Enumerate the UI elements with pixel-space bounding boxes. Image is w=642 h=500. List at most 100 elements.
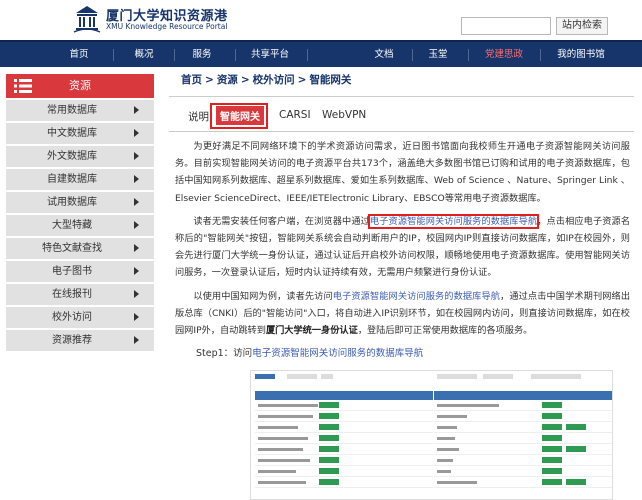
sidebar-item-label: 大型特藏 [52,220,92,231]
nav-item-yutang[interactable]: 玉堂 [418,42,458,67]
screenshot-row [434,400,612,411]
university-emblem-icon[interactable] [72,4,102,34]
database-navigation-link[interactable]: 电子资源智能网关访问服务的数据库导航 [252,348,423,359]
screenshot-row [434,477,612,488]
nav-separator [412,49,413,61]
sidebar-item-label: 资源推荐 [52,335,92,346]
chevron-right-icon [134,175,139,183]
screenshot-row [255,422,433,433]
breadcrumb-separator: > [240,74,250,86]
nav-item-sharing-platform[interactable]: 共享平台 [243,42,297,67]
sidebar-item-label: 常用数据库 [47,105,97,116]
sidebar-item-online-periodicals[interactable]: 在线报刊 [6,284,154,305]
cnki-example-paragraph: 以使用中国知网为例，读者先访问电子资源智能网关访问服务的数据库导航，通过点击中国… [169,288,634,340]
nav-item-my-library[interactable]: 我的图书馆 [549,42,613,67]
step1-label: Step1：访问 [196,348,253,360]
intro-paragraph: 为更好满足不同网络环境下的学术资源访问需求，近日图书馆面向我校师生开通电子资源智… [175,141,630,204]
step1-screenshot-image [250,370,613,500]
tab-webvpn[interactable]: WebVPN [322,109,366,121]
screenshot-row [434,444,612,455]
breadcrumb: 首页 > 资源 > 校外访问 > 智能网关 [169,70,634,90]
unified-auth-text: 厦门大学统一身份认证 [265,325,358,337]
screenshot-row [434,411,612,422]
sidebar-item-special-collections[interactable]: 大型特藏 [6,215,154,236]
sidebar-item-ebooks[interactable]: 电子图书 [6,261,154,282]
chevron-right-icon [134,244,139,252]
screenshot-row [255,433,433,444]
breadcrumb-smart-gateway[interactable]: 智能网关 [309,74,351,86]
main-nav: 首页 概况 服务 共享平台 文档 玉堂 党建思政 我的图书馆 [0,40,642,67]
sidebar-item-chinese-databases[interactable]: 中文数据库 [6,123,154,144]
sidebar-item-self-built-databases[interactable]: 自建数据库 [6,169,154,190]
usage-paragraph: 读者无需安装任何客户端，在浏览器中通过电子资源智能网关访问服务的数据库导航，点击… [169,213,634,282]
screenshot-row [255,455,433,466]
usage-text-a: 读者无需安装任何客户端，在浏览器中通过 [193,215,370,227]
sidebar-title: 资源 [69,79,91,92]
breadcrumb-resources[interactable]: 资源 [217,74,238,86]
nav-separator [468,49,469,61]
nav-separator [235,49,236,61]
tab-smart-gateway[interactable]: 智能网关 [216,106,264,125]
nav-item-documents[interactable]: 文档 [364,42,404,67]
breadcrumb-divider [169,96,634,97]
example-text-a: 以使用中国知网为例，读者先访问 [193,290,333,302]
breadcrumb-separator: > [205,74,214,86]
sidebar-item-special-literature-search[interactable]: 特色文献查找 [6,238,154,259]
nav-item-home[interactable]: 首页 [54,42,104,67]
sidebar-item-resource-recommendation[interactable]: 资源推荐 [6,330,154,351]
example-text-c: ，登陆后即可正常使用数据库的各项服务。 [357,325,533,337]
nav-separator [307,49,308,61]
sidebar-item-common-databases[interactable]: 常用数据库 [6,100,154,121]
sidebar-item-label: 特色文献查找 [42,243,102,254]
step1-line: Step1：访问电子资源智能网关访问服务的数据库导航 [169,345,634,359]
chevron-right-icon [134,267,139,275]
site-search-input[interactable] [461,17,551,35]
tab-description[interactable]: 说明 [188,109,209,124]
chevron-right-icon [134,198,139,206]
chevron-right-icon [134,152,139,160]
chevron-right-icon [134,106,139,114]
site-search-button[interactable]: 站内检索 [556,17,608,35]
nav-item-services[interactable]: 服务 [181,42,223,67]
screenshot-row [434,455,612,466]
database-navigation-link[interactable]: 电子资源智能网关访问服务的数据库导航 [333,291,500,302]
sidebar-item-label: 电子图书 [52,266,92,277]
screenshot-table-header [434,391,612,400]
sidebar-item-off-campus-access[interactable]: 校外访问 [6,307,154,328]
sidebar: 资源 常用数据库 中文数据库 外文数据库 自建数据库 试用数据库 大型特藏 特色… [6,74,154,351]
chevron-right-icon [134,336,139,344]
sidebar-item-label: 自建数据库 [47,174,97,185]
database-navigation-link[interactable]: 电子资源智能网关访问服务的数据库导航 [367,213,540,229]
screenshot-toolbar [255,374,581,379]
tab-carsi[interactable]: CARSI [279,109,311,121]
screenshot-row [434,433,612,444]
tabs-divider [169,131,634,132]
screenshot-row [434,422,612,433]
screenshot-row [255,400,433,411]
sidebar-item-trial-databases[interactable]: 试用数据库 [6,192,154,213]
sidebar-item-label: 校外访问 [52,312,92,323]
sidebar-item-label: 在线报刊 [52,289,92,300]
tab-bar: 说明 智能网关 CARSI WebVPN [169,103,634,131]
nav-item-party-building[interactable]: 党建思政 [478,42,530,67]
sidebar-item-label: 试用数据库 [47,197,97,208]
chevron-right-icon [134,221,139,229]
sidebar-header: 资源 [6,74,154,98]
breadcrumb-separator: > [297,74,307,86]
nav-item-overview[interactable]: 概况 [123,42,165,67]
breadcrumb-home[interactable]: 首页 [181,74,202,86]
site-name-en[interactable]: XMU Knowledge Resource Portal [106,22,227,31]
screenshot-table-header [255,391,433,400]
screenshot-row [255,411,433,422]
chevron-right-icon [134,313,139,321]
nav-separator [540,49,541,61]
screenshot-row [255,444,433,455]
sidebar-item-foreign-databases[interactable]: 外文数据库 [6,146,154,167]
chevron-right-icon [134,129,139,137]
sidebar-item-label: 外文数据库 [47,151,97,162]
screenshot-table-left [255,391,433,488]
main-content: 首页 > 资源 > 校外访问 > 智能网关 说明 智能网关 CARSI WebVPN 为更好… [169,70,634,359]
breadcrumb-off-campus-access[interactable]: 校外访问 [253,74,295,86]
screenshot-row [434,466,612,477]
chevron-right-icon [134,290,139,298]
